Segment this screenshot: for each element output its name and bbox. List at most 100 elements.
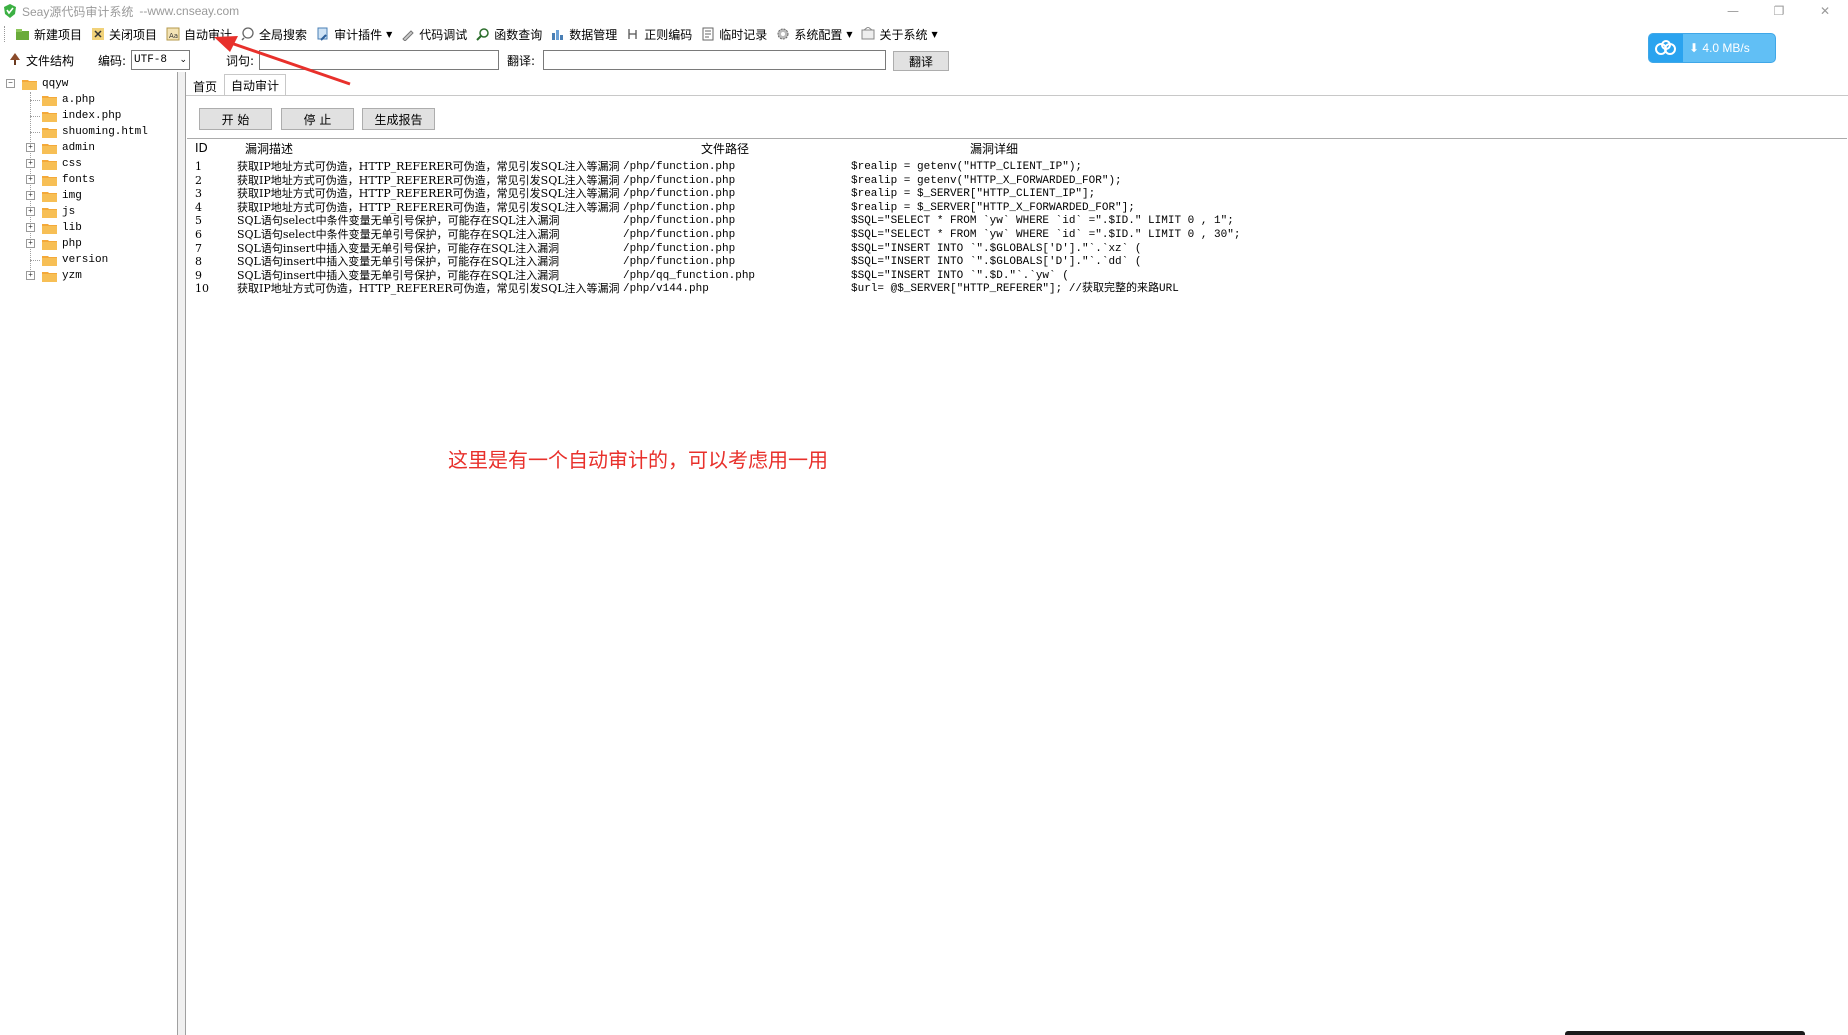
collapse-icon[interactable]: −: [6, 79, 15, 88]
tree-item[interactable]: a.php: [26, 92, 95, 108]
expand-icon[interactable]: +: [26, 175, 35, 184]
minimize-icon: —: [1727, 4, 1739, 18]
translate-button[interactable]: 翻译: [893, 51, 949, 71]
menu-close-project[interactable]: 关闭项目: [86, 23, 161, 45]
menu-global-search[interactable]: 全局搜索: [236, 23, 311, 45]
tree-guide-line: [30, 116, 40, 117]
tree-item-label: admin: [62, 142, 96, 154]
column-header-path[interactable]: 文件路径: [701, 139, 749, 157]
menu-about-system[interactable]: 关于系统 ▼: [856, 23, 941, 45]
expand-icon[interactable]: +: [26, 223, 35, 232]
tree-item[interactable]: + admin: [26, 140, 95, 156]
auto-audit-icon: Aa: [165, 26, 181, 42]
auto-audit-panel: 开 始 停 止 生成报告 ID 漏洞描述 文件路径 漏洞详细 1 获取IP地址方式…: [186, 95, 1848, 1035]
expand-icon[interactable]: +: [26, 191, 35, 200]
menu-function-search[interactable]: 函数查询: [471, 23, 546, 45]
menu-auto-audit[interactable]: Aa 自动审计: [161, 23, 236, 45]
folder-icon: [42, 270, 58, 282]
translate-input[interactable]: [543, 50, 886, 70]
annotation-text: 这里是有一个自动审计的，可以考虑用一用: [448, 448, 828, 472]
cell-description: 获取IP地址方式可伪造，HTTP_REFERER可伪造，常见引发SQL注入等漏洞: [237, 282, 620, 296]
toolbar-grip: [4, 26, 7, 42]
expand-icon[interactable]: +: [26, 207, 35, 216]
tree-item[interactable]: + js: [26, 204, 75, 220]
menu-regex-encode[interactable]: 正则编码: [621, 23, 696, 45]
tree-item-label: version: [62, 254, 109, 266]
tab-home[interactable]: 首页: [186, 76, 224, 96]
tree-item[interactable]: index.php: [26, 108, 121, 124]
tree-item[interactable]: + css: [26, 156, 82, 172]
chevron-down-icon: ▼: [846, 29, 853, 39]
tree-item-label: css: [62, 158, 82, 170]
close-window-button[interactable]: ✕: [1802, 0, 1848, 22]
tree-guide-line: [30, 100, 40, 101]
expand-icon[interactable]: +: [26, 159, 35, 168]
expand-icon[interactable]: +: [26, 239, 35, 248]
tree-item[interactable]: + fonts: [26, 172, 95, 188]
encoding-value: UTF-8: [134, 54, 168, 66]
close-project-icon: [90, 26, 106, 42]
folder-icon: [42, 174, 58, 186]
column-header-id[interactable]: ID: [195, 139, 208, 157]
table-row[interactable]: 10 获取IP地址方式可伪造，HTTP_REFERER可伪造，常见引发SQL注入等…: [187, 281, 1587, 297]
menu-label: 临时记录: [719, 27, 768, 42]
tree-item-label: php: [62, 238, 82, 250]
start-button[interactable]: 开 始: [199, 108, 272, 130]
cell-id: 10: [195, 282, 209, 296]
menu-code-debug[interactable]: 代码调试: [396, 23, 471, 45]
tab-auto-audit[interactable]: 自动审计: [224, 74, 287, 96]
expand-icon[interactable]: +: [26, 271, 35, 280]
minimize-button[interactable]: —: [1710, 0, 1756, 22]
menu-data-manage[interactable]: 数据管理: [546, 23, 621, 45]
tree-item-label: fonts: [62, 174, 96, 186]
menu-temp-record[interactable]: 临时记录: [696, 23, 771, 45]
menu-label: 关于系统: [879, 27, 928, 42]
column-header-detail[interactable]: 漏洞详细: [970, 139, 1018, 157]
tree-item[interactable]: + img: [26, 188, 82, 204]
file-tree-panel: − qqyw a.php index.php shuoming.html + admin + c…: [0, 72, 178, 1035]
restore-button[interactable]: ❐: [1756, 0, 1802, 22]
menu-system-config[interactable]: 系统配置 ▼: [771, 23, 856, 45]
tree-item[interactable]: + lib: [26, 220, 82, 236]
tree-item-label: index.php: [62, 110, 122, 122]
expand-icon[interactable]: +: [26, 143, 35, 152]
menu-label: 全局搜索: [259, 27, 308, 42]
stop-button[interactable]: 停 止: [281, 108, 354, 130]
column-header-description[interactable]: 漏洞描述: [245, 139, 293, 157]
tree-guide-line: [30, 260, 40, 261]
tab-strip: 首页 自动审计: [186, 74, 287, 96]
tree-item[interactable]: version: [26, 252, 108, 268]
menu-new-project[interactable]: 新建项目: [11, 23, 86, 45]
tree-item-root[interactable]: − qqyw: [6, 76, 68, 92]
secondary-toolbar: 文件结构 编码: UTF-8 ⌄ 词句: 翻译: 翻译: [0, 48, 1848, 72]
tree-item[interactable]: shuoming.html: [26, 124, 148, 140]
app-logo-icon: [2, 3, 18, 19]
menu-label: 自动审计: [184, 27, 233, 42]
menu-audit-plugin[interactable]: 审计插件 ▼: [311, 23, 396, 45]
panel-splitter[interactable]: [178, 72, 186, 1035]
title-bar: Seay源代码审计系统 --www.cnseay.com — ❐ ✕: [0, 0, 1848, 22]
tree-item[interactable]: + php: [26, 236, 82, 252]
tree-guide-line: [30, 132, 40, 133]
tree-item[interactable]: + yzm: [26, 268, 82, 284]
tree-item-label: yzm: [62, 270, 82, 282]
word-label: 词句:: [226, 54, 255, 68]
menu-label: 数据管理: [569, 27, 618, 42]
folder-icon: [42, 158, 58, 170]
folder-icon: [42, 126, 58, 138]
menu-label: 正则编码: [644, 27, 693, 42]
menu-label: 关闭项目: [109, 27, 158, 42]
tree-structure-icon: [8, 52, 22, 69]
tree-item-label: shuoming.html: [62, 126, 148, 138]
folder-icon: [22, 78, 38, 90]
generate-report-button[interactable]: 生成报告: [362, 108, 435, 130]
chevron-down-icon: ▼: [386, 29, 393, 39]
results-list: ID 漏洞描述 文件路径 漏洞详细 1 获取IP地址方式可伪造，HTTP_REFE…: [187, 138, 1847, 1035]
encoding-select[interactable]: UTF-8 ⌄: [131, 50, 190, 70]
debug-icon: [400, 26, 416, 42]
regex-icon: [625, 26, 641, 42]
word-input[interactable]: [259, 50, 499, 70]
folder-icon: [42, 206, 58, 218]
window-title: Seay源代码审计系统: [22, 4, 134, 19]
chevron-down-icon: ▼: [931, 29, 938, 39]
